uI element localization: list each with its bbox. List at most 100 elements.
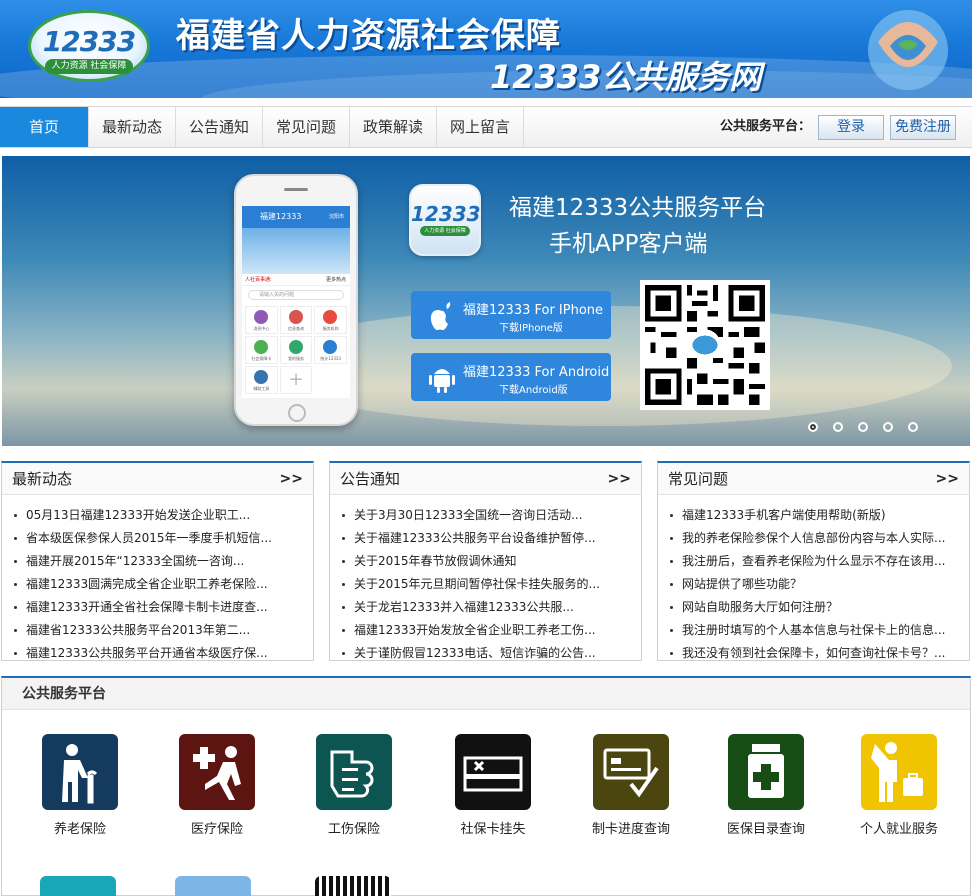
phone-banner-image [242, 228, 350, 274]
notice-list: 关于3月30日12333全国统一咨询日活动... 关于福建12333公共服务平台… [330, 495, 641, 660]
carousel-dot[interactable] [883, 422, 893, 432]
phone-app-title: 福建12333 [260, 212, 302, 221]
phone-cell: + [279, 366, 313, 394]
elderly-icon [42, 734, 118, 810]
phone-cell: 社会保障卡 [245, 336, 278, 364]
phone-cell-label: 消息中心 [253, 326, 270, 331]
carousel-dot[interactable] [908, 422, 918, 432]
list-item[interactable]: 省本级医保参保人员2015年一季度手机短信... [12, 527, 313, 550]
list-item[interactable]: 福建省12333公共服务平台2013年第二... [12, 619, 313, 642]
tool-icon [254, 370, 268, 384]
list-item[interactable]: 关于2015年元旦期间暂停社保卡挂失服务的... [340, 573, 641, 596]
phone-cell-label: 信息查询 [287, 326, 304, 331]
more-link[interactable]: >> [608, 463, 631, 495]
injury-icon [316, 734, 392, 810]
medicine-catalog-icon [728, 734, 804, 810]
list-item[interactable]: 我的养老保险参保个人信息部份内容与本人实际... [668, 527, 969, 550]
site-logo[interactable]: 12333 人力资源 社会保障 [28, 10, 150, 82]
medical-icon [179, 734, 255, 810]
nav-item-home[interactable]: 首页 [0, 107, 89, 147]
app-logo-number: 12333 [411, 202, 481, 226]
nav-item-faq[interactable]: 常见问题 [263, 107, 350, 147]
service-pension[interactable]: 养老保险 [40, 734, 120, 837]
phone-speaker [284, 188, 308, 191]
phone-app-bar: 福建12333 沈阳市 [242, 206, 350, 228]
banner-subtitle: 手机APP客户端 [549, 231, 708, 257]
phone-cell-label: 我的服务 [287, 356, 304, 361]
site-header: 12333 人力资源 社会保障 福建省人力资源社会保障 12333公共服务网 [0, 0, 972, 98]
carousel-dot[interactable] [858, 422, 868, 432]
login-button[interactable]: 登录 [818, 115, 884, 140]
panel-header: 最新动态 >> [2, 463, 313, 495]
qr-tile-partial[interactable] [315, 876, 391, 896]
service-employment[interactable]: 个人就业服务 [859, 734, 939, 837]
service-card-progress[interactable]: 制卡进度查询 [591, 734, 671, 837]
iphone-download-title: 福建12333 For IPhone [463, 303, 604, 318]
nav-item-message[interactable]: 网上留言 [437, 107, 524, 147]
site-title: 福建省人力资源社会保障 [176, 16, 561, 56]
news-list: 05月13日福建12333开始发送企业职工... 省本级医保参保人员2015年一… [2, 495, 313, 660]
list-item[interactable]: 我还没有领到社会保障卡，如何查询社保卡号？... [668, 642, 969, 660]
list-item[interactable]: 我注册后，查看养老保险为什么显示不存在该用... [668, 550, 969, 573]
phone-search: 请输入关的问题 [248, 290, 344, 300]
list-item[interactable]: 关于谨防假冒12333电话、短信诈骗的公告... [340, 642, 641, 660]
android-download-button[interactable]: 福建12333 For Android 下载Android版 [411, 353, 611, 401]
app-banner[interactable]: 福建12333 沈阳市 人社百事通: 更多热点 请输入关的问题 消息中心 信息查询… [2, 156, 970, 446]
logo-number: 12333 [42, 25, 136, 58]
nav-item-notices[interactable]: 公告通知 [176, 107, 263, 147]
service-tile-partial[interactable] [175, 876, 251, 896]
list-item[interactable]: 福建12333手机客户端使用帮助(新版) [668, 504, 969, 527]
android-download-sub: 下载Android版 [499, 385, 568, 396]
nav-item-news[interactable]: 最新动态 [89, 107, 176, 147]
card-icon [254, 340, 268, 354]
register-button[interactable]: 免费注册 [890, 115, 956, 140]
app-logo-tag: 人力资源 社会保障 [420, 226, 470, 236]
carousel-dot[interactable] [833, 422, 843, 432]
list-item[interactable]: 网站自助服务大厅如何注册？ [668, 596, 969, 619]
service-card-loss[interactable]: 社保卡挂失 [453, 734, 533, 837]
phone-icon [323, 340, 338, 354]
list-item[interactable]: 关于2015年春节放假调休通知 [340, 550, 641, 573]
phone-cell: 信息查询 [279, 306, 313, 334]
service-injury[interactable]: 工伤保险 [314, 734, 394, 837]
phone-cell-label: 统计12333 [320, 356, 342, 361]
list-item[interactable]: 05月13日福建12333开始发送企业职工... [12, 504, 313, 527]
list-item[interactable]: 福建12333公共服务平台开通省本级医疗保... [12, 642, 313, 660]
phone-more: 更多热点 [325, 277, 346, 283]
phone-cell: 辅助工具 [245, 366, 278, 394]
list-item[interactable]: 福建12333开始发放全省企业职工养老工伤... [340, 619, 641, 642]
carousel-dot[interactable] [808, 422, 818, 432]
logo-tagline: 人力资源 社会保障 [45, 59, 133, 74]
phone-cell-label: 服务机构 [322, 326, 339, 331]
apple-icon [430, 302, 451, 331]
panel-title: 最新动态 [12, 470, 73, 488]
phone-grid: 消息中心 信息查询 服务机构 社会保障卡 我的服务 统计12333 辅助工具 + [242, 304, 350, 396]
message-icon [254, 310, 268, 324]
service-tile-partial[interactable] [40, 876, 116, 896]
query-icon [288, 310, 303, 324]
phone-home-button [288, 404, 306, 422]
more-link[interactable]: >> [936, 463, 959, 495]
nav-item-policy[interactable]: 政策解读 [350, 107, 437, 147]
qr-code[interactable] [640, 280, 770, 410]
list-item[interactable]: 网站提供了哪些功能？ [668, 573, 969, 596]
panel-title: 公告通知 [340, 470, 401, 488]
service-medicine-catalog[interactable]: 医保目录查询 [726, 734, 806, 837]
list-item[interactable]: 福建开展2015年“12333全国统一咨询... [12, 550, 313, 573]
phone-cell: 服务机构 [314, 306, 347, 334]
list-item[interactable]: 我注册时填写的个人基本信息与社保卡上的信息... [668, 619, 969, 642]
phone-cell: 消息中心 [245, 306, 278, 334]
list-item[interactable]: 关于3月30日12333全国统一咨询日活动... [340, 504, 641, 527]
iphone-download-button[interactable]: 福建12333 For IPhone 下载IPhone版 [411, 291, 611, 339]
phone-cell: 我的服务 [279, 336, 313, 364]
service-medical[interactable]: 医疗保险 [177, 734, 257, 837]
list-item[interactable]: 关于福建12333公共服务平台设备维护暂停... [340, 527, 641, 550]
more-link[interactable]: >> [280, 463, 303, 495]
banner-title: 福建12333公共服务平台 [509, 195, 767, 221]
phone-cell-label: 社会保障卡 [251, 356, 272, 361]
list-item[interactable]: 福建12333圆满完成全省企业职工养老保险... [12, 573, 313, 596]
service-label: 医保目录查询 [726, 822, 805, 837]
service-label: 制卡进度查询 [591, 822, 670, 837]
list-item[interactable]: 关于龙岩12333并入福建12333公共服... [340, 596, 641, 619]
list-item[interactable]: 福建12333开通全省社会保障卡制卡进度查... [12, 596, 313, 619]
